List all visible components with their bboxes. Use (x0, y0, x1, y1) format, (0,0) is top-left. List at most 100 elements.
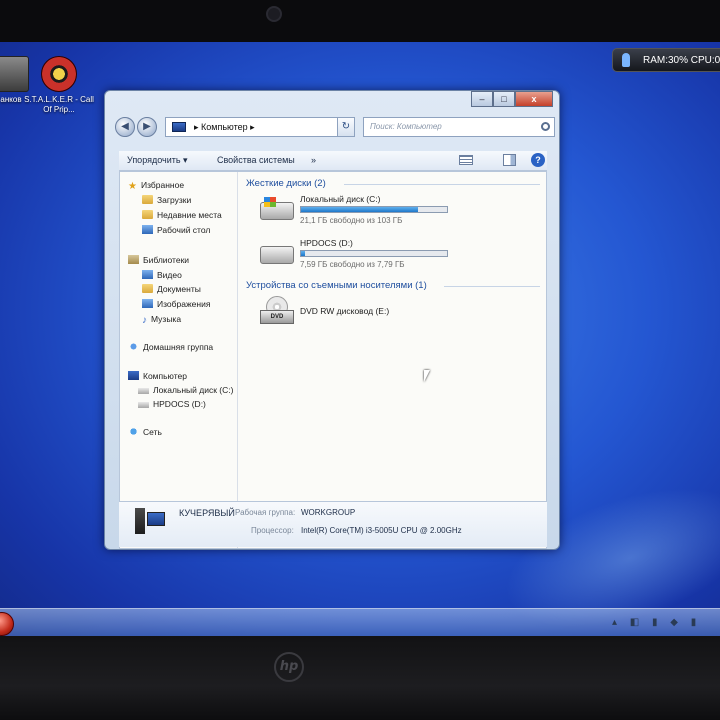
nav-label: Недавние места (157, 210, 222, 220)
drive-e-dvd[interactable]: DVD DVD RW дисковод (E:) (260, 296, 456, 332)
nav-label: Изображения (157, 299, 211, 309)
nav-label: Видео (157, 270, 182, 280)
dvd-drive-icon: DVD (260, 296, 294, 326)
nav-label: Локальный диск (C:) (153, 385, 234, 395)
dvd-badge: DVD (260, 310, 294, 324)
system-properties-button[interactable]: Свойства системы (217, 155, 295, 165)
computer-icon (128, 371, 139, 380)
search-placeholder: Поиск: Компьютер (370, 122, 442, 131)
workgroup-label: Рабочая группа: (235, 508, 296, 517)
system-tray[interactable]: ▴ ◧ ▮ ◆ ▮ (612, 617, 701, 628)
nav-recent[interactable]: Недавние места (142, 210, 222, 220)
view-options-icon[interactable] (459, 155, 473, 165)
drive-name: DVD RW дисковод (E:) (300, 306, 390, 316)
search-input[interactable]: Поиск: Компьютер (363, 117, 555, 137)
video-icon (142, 270, 153, 279)
explorer-window[interactable]: – □ x ◀ ▶ ▸ Компьютер ▸ ↻ Поиск: Компьют… (104, 90, 560, 550)
more-commands-button[interactable]: » (311, 155, 316, 165)
drive-name: HPDOCS (D:) (300, 238, 353, 248)
search-icon[interactable] (541, 122, 550, 131)
nav-label: Документы (157, 284, 201, 294)
system-monitor-gadget[interactable]: RAM:30% CPU:0 (612, 48, 720, 72)
maximize-button[interactable]: □ (493, 91, 515, 107)
drive-name: Локальный диск (C:) (300, 194, 381, 204)
drive-c[interactable]: Локальный диск (C:) 21,1 ГБ свободно из … (260, 194, 456, 230)
nav-favorites[interactable]: ★ Избранное (128, 180, 185, 192)
desktop: анков S.T.A.L.K.E.R - Call Of Prip... RA… (0, 42, 720, 638)
nav-label: Загрузки (157, 195, 192, 205)
nav-pictures[interactable]: Изображения (142, 299, 210, 309)
webcam (266, 6, 282, 22)
desktop-icon (142, 225, 153, 234)
mouse-cursor (424, 370, 430, 382)
rocket-icon (622, 53, 630, 67)
nav-drive-c[interactable]: Локальный диск (C:) (138, 385, 233, 395)
address-path: ▸ Компьютер ▸ (194, 122, 255, 132)
close-button[interactable]: x (515, 91, 553, 107)
nav-video[interactable]: Видео (142, 270, 182, 280)
laptop-bezel-bottom: hp (0, 636, 720, 720)
address-bar[interactable]: ▸ Компьютер ▸ (165, 117, 345, 137)
nav-documents[interactable]: Документы (142, 284, 201, 294)
homegroup-icon (128, 342, 139, 351)
nav-desktop[interactable]: Рабочий стол (142, 225, 210, 235)
nav-network[interactable]: Сеть (128, 427, 162, 437)
start-button[interactable] (0, 612, 14, 636)
folder-icon (142, 195, 153, 204)
cpu-value: Intel(R) Core(TM) i3-5005U CPU @ 2.00GHz (301, 526, 462, 535)
laptop-bezel-top (0, 0, 720, 46)
desktop-icon-label: S.T.A.L.K.E.R - Call Of Prip... (24, 95, 94, 114)
main-pane: Жесткие диски (2) Локальный диск (C:) 21… (240, 172, 546, 548)
drive-d[interactable]: HPDOCS (D:) 7,59 ГБ свободно из 7,79 ГБ (260, 238, 456, 274)
computer-name: КУЧЕРЯВЫЙ (179, 508, 235, 518)
windows-logo-icon (264, 197, 276, 207)
nav-label: HPDOCS (D:) (153, 399, 206, 409)
nav-downloads[interactable]: Загрузки (142, 195, 191, 205)
drive-icon (138, 402, 149, 408)
preview-pane-icon[interactable] (503, 154, 516, 166)
nav-label: Библиотеки (143, 255, 190, 265)
caption-buttons: – □ x (471, 91, 553, 107)
drive-usage-fill (301, 251, 306, 256)
forward-button[interactable]: ▶ (137, 117, 157, 137)
radiation-icon (41, 56, 77, 92)
drive-icon (138, 388, 149, 394)
nav-libraries[interactable]: Библиотеки (128, 255, 189, 265)
nav-label: Домашняя группа (143, 342, 214, 352)
documents-icon (142, 284, 153, 293)
cpu-label: Процессор: (251, 526, 294, 535)
group-header-removable[interactable]: Устройства со съемными носителями (1) (246, 280, 427, 291)
drive-usage-bar (300, 250, 448, 257)
help-icon[interactable]: ? (531, 153, 545, 167)
pictures-icon (142, 299, 153, 308)
nav-label: Компьютер (143, 371, 187, 381)
nav-label: Избранное (140, 180, 185, 190)
hard-drive-icon (260, 197, 294, 220)
organize-button[interactable]: Упорядочить ▾ (127, 155, 188, 166)
hp-logo: hp (274, 652, 304, 682)
nav-computer[interactable]: Компьютер (128, 371, 187, 381)
nav-music[interactable]: ♪ Музыка (142, 314, 182, 326)
workgroup-value: WORKGROUP (301, 508, 356, 517)
refresh-button[interactable]: ↻ (337, 117, 355, 137)
group-divider (344, 184, 540, 185)
details-pane: КУЧЕРЯВЫЙ Рабочая группа: WORKGROUP Проц… (119, 501, 547, 547)
content-area: ★ Избранное Загрузки Недавние места Рабоч… (119, 171, 547, 549)
hard-drive-icon (260, 246, 294, 264)
nav-label: Рабочий стол (157, 225, 211, 235)
back-button[interactable]: ◀ (115, 117, 135, 137)
navigation-bar: ◀ ▶ ▸ Компьютер ▸ ↻ Поиск: Компьютер (111, 117, 555, 139)
desktop-icon-stalker[interactable]: S.T.A.L.K.E.R - Call Of Prip... (24, 56, 94, 115)
nav-label: Музыка (151, 314, 182, 324)
minimize-button[interactable]: – (471, 91, 493, 107)
nav-drive-d[interactable]: HPDOCS (D:) (138, 399, 206, 409)
music-icon: ♪ (142, 315, 147, 326)
drive-free-space: 7,59 ГБ свободно из 7,79 ГБ (300, 260, 405, 269)
nav-homegroup[interactable]: Домашняя группа (128, 342, 213, 352)
command-bar: Упорядочить ▾ Свойства системы » ? (119, 151, 547, 171)
drive-usage-fill (301, 207, 418, 212)
computer-icon (172, 122, 186, 132)
gadget-text: RAM:30% CPU:0 (643, 55, 720, 66)
library-icon (128, 255, 139, 264)
group-header-hard-disks[interactable]: Жесткие диски (2) (246, 178, 326, 189)
